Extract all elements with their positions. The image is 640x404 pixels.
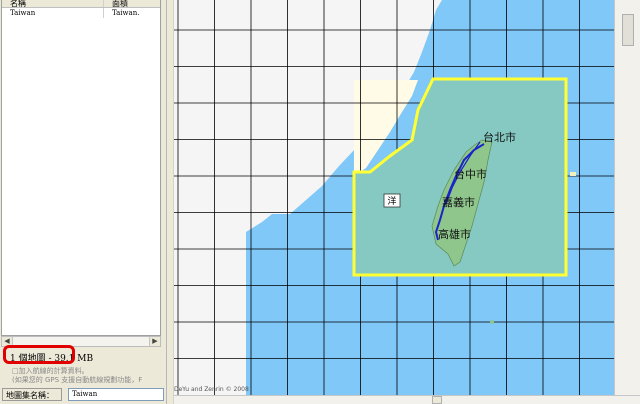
- small-island: [490, 320, 494, 324]
- city-label-kaohsiung[interactable]: 高雄市: [438, 227, 471, 241]
- horizontal-scroll-thumb[interactable]: [432, 396, 442, 404]
- scroll-right-icon[interactable]: ▶: [149, 337, 160, 346]
- map-horizontal-scrollbar[interactable]: [174, 395, 640, 404]
- city-label-taichung[interactable]: 台中市: [454, 167, 487, 181]
- island-marker: [570, 172, 576, 176]
- map-view[interactable]: 洋 台北市 台中市 嘉義市 高雄市: [174, 0, 614, 395]
- list-item[interactable]: Taiwan Taiwan.: [2, 8, 160, 18]
- left-panel: 名稱 面積 Taiwan Taiwan. ◀ ▶ 1 個地圖 - 39.1 MB…: [0, 0, 166, 404]
- list-item-area: Taiwan.: [112, 9, 140, 17]
- list-item-name: Taiwan: [2, 8, 104, 18]
- map-list[interactable]: 名稱 面積 Taiwan Taiwan.: [1, 0, 161, 336]
- vertical-scroll-thumb[interactable]: [622, 14, 634, 46]
- list-header: 名稱 面積: [2, 0, 160, 8]
- status-highlight-circle: [3, 345, 75, 364]
- map-set-name-label: 地圖集名稱：: [2, 388, 62, 401]
- map-vertical-scrollbar[interactable]: [614, 0, 640, 395]
- city-label-taipei[interactable]: 台北市: [483, 130, 516, 144]
- route-calc-hint: (如果您的 GPS 支援自動航線規劃功能，F: [12, 376, 143, 384]
- map-set-name-input[interactable]: Taiwan: [68, 388, 164, 401]
- map-copyright: DeYu and Zenrin © 2008: [174, 386, 249, 393]
- column-header-area[interactable]: 面積: [104, 0, 160, 7]
- city-label-chiayi[interactable]: 嘉義市: [442, 195, 475, 209]
- panel-splitter[interactable]: [166, 0, 174, 404]
- water-label: 洋: [387, 195, 396, 207]
- column-header-name[interactable]: 名稱: [2, 0, 104, 7]
